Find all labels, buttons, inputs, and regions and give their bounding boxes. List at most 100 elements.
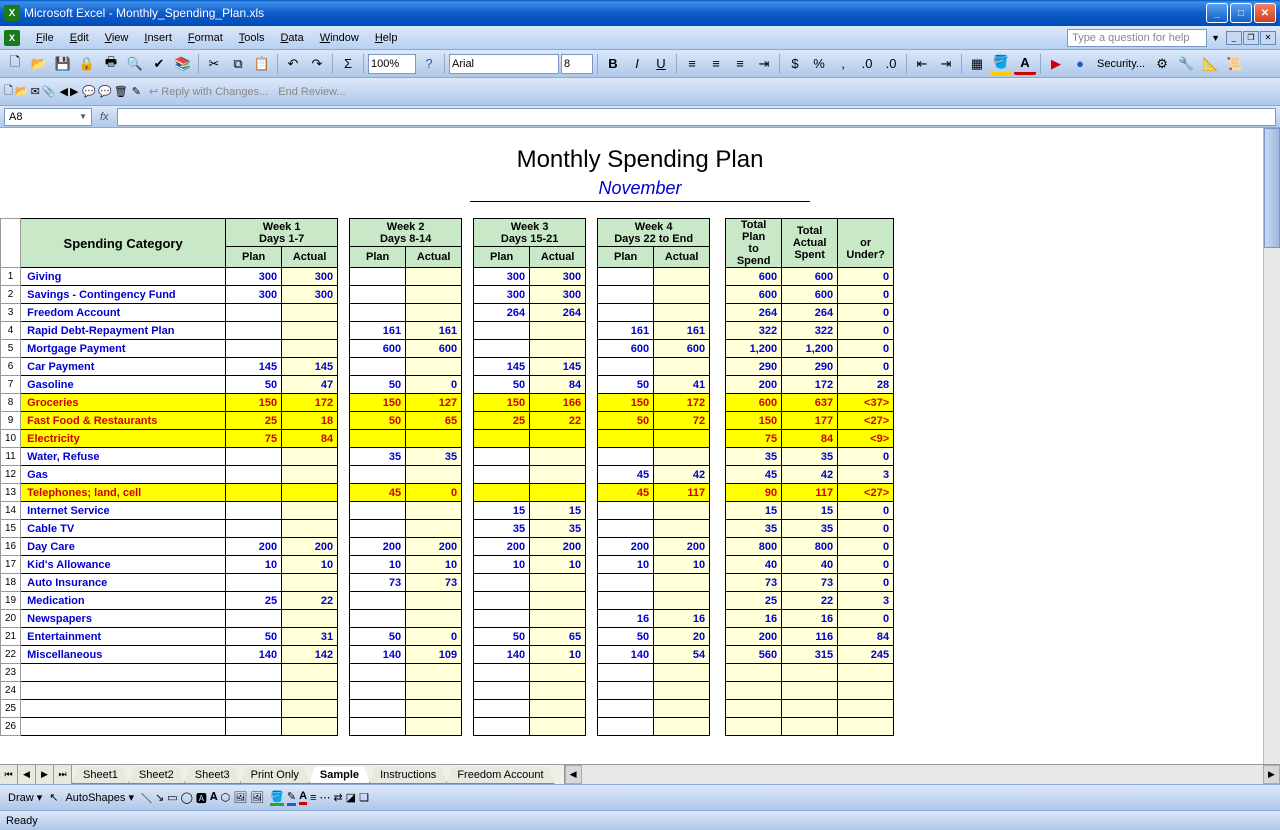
actual-cell[interactable]: 54: [654, 646, 710, 664]
category-cell[interactable]: Mortgage Payment: [21, 340, 226, 358]
total-cell[interactable]: [782, 682, 838, 700]
total-cell[interactable]: [782, 718, 838, 736]
total-cell[interactable]: 0: [838, 538, 894, 556]
plan-cell[interactable]: [598, 664, 654, 682]
menu-insert[interactable]: Insert: [136, 29, 180, 47]
plan-cell[interactable]: 150: [474, 394, 530, 412]
total-cell[interactable]: [838, 664, 894, 682]
undo-icon[interactable]: ↶: [282, 53, 304, 75]
total-cell[interactable]: 25: [726, 592, 782, 610]
plan-cell[interactable]: [350, 682, 406, 700]
total-cell[interactable]: 0: [838, 286, 894, 304]
total-cell[interactable]: [726, 718, 782, 736]
help-icon[interactable]: ?: [418, 53, 440, 75]
actual-cell[interactable]: 127: [406, 394, 462, 412]
font-name-combo[interactable]: [449, 54, 559, 74]
table-row[interactable]: 5Mortgage Payment6006006006001,2001,2000: [1, 340, 894, 358]
category-cell[interactable]: Savings - Contingency Fund: [21, 286, 226, 304]
table-row[interactable]: 7Gasoline50475005084504120017228: [1, 376, 894, 394]
table-row[interactable]: 20Newspapers161616160: [1, 610, 894, 628]
actual-cell[interactable]: 10: [654, 556, 710, 574]
plan-cell[interactable]: 600: [350, 340, 406, 358]
total-cell[interactable]: 600: [782, 286, 838, 304]
total-cell[interactable]: 0: [838, 340, 894, 358]
actual-cell[interactable]: 41: [654, 376, 710, 394]
picture-icon[interactable]: 🖼: [250, 791, 264, 804]
plan-cell[interactable]: 50: [350, 628, 406, 646]
plan-cell[interactable]: 10: [598, 556, 654, 574]
spelling-icon[interactable]: ✔: [148, 53, 170, 75]
bold-icon[interactable]: B: [602, 53, 624, 75]
rectangle-icon[interactable]: ▭: [167, 791, 177, 804]
actual-cell[interactable]: 600: [654, 340, 710, 358]
research-icon[interactable]: 📚: [172, 53, 194, 75]
total-cell[interactable]: 600: [726, 286, 782, 304]
actual-cell[interactable]: [654, 502, 710, 520]
plan-cell[interactable]: [226, 322, 282, 340]
plan-cell[interactable]: 300: [474, 286, 530, 304]
plan-cell[interactable]: 10: [350, 556, 406, 574]
sheet-tab-sheet3[interactable]: Sheet3: [184, 767, 241, 784]
design-mode-icon[interactable]: 📐: [1199, 53, 1221, 75]
diagram-icon[interactable]: ⬡: [221, 791, 231, 804]
total-cell[interactable]: 290: [726, 358, 782, 376]
fill-color-icon[interactable]: 🪣: [990, 53, 1012, 75]
actual-cell[interactable]: 18: [282, 412, 338, 430]
merge-center-icon[interactable]: ⇥: [753, 53, 775, 75]
show-all-comments-icon[interactable]: 💬: [98, 85, 112, 98]
actual-cell[interactable]: 300: [282, 268, 338, 286]
total-cell[interactable]: 22: [782, 592, 838, 610]
plan-cell[interactable]: [350, 466, 406, 484]
increase-indent-icon[interactable]: ⇥: [935, 53, 957, 75]
plan-cell[interactable]: [474, 664, 530, 682]
wordart-icon[interactable]: 𝐀: [210, 791, 218, 804]
actual-cell[interactable]: [406, 610, 462, 628]
actual-cell[interactable]: [282, 304, 338, 322]
total-cell[interactable]: 600: [726, 394, 782, 412]
total-cell[interactable]: <27>: [838, 412, 894, 430]
actual-cell[interactable]: [282, 448, 338, 466]
table-row[interactable]: 8Groceries150172150127150166150172600637…: [1, 394, 894, 412]
print-preview-icon[interactable]: 🔍: [124, 53, 146, 75]
total-cell[interactable]: 35: [782, 520, 838, 538]
tab-next-icon[interactable]: ▶: [36, 765, 54, 784]
currency-icon[interactable]: $: [784, 53, 806, 75]
align-left-icon[interactable]: ≡: [681, 53, 703, 75]
actual-cell[interactable]: [530, 574, 586, 592]
plan-cell[interactable]: [226, 574, 282, 592]
actual-cell[interactable]: [282, 322, 338, 340]
table-row[interactable]: 18Auto Insurance737373730: [1, 574, 894, 592]
actual-cell[interactable]: [654, 664, 710, 682]
total-cell[interactable]: 0: [838, 556, 894, 574]
comma-icon[interactable]: ,: [832, 53, 854, 75]
hscroll-left-icon[interactable]: ◀: [565, 765, 582, 784]
total-cell[interactable]: [838, 682, 894, 700]
actual-cell[interactable]: [654, 286, 710, 304]
category-cell[interactable]: Gas: [21, 466, 226, 484]
actual-cell[interactable]: 145: [282, 358, 338, 376]
total-cell[interactable]: 16: [726, 610, 782, 628]
plan-cell[interactable]: [350, 592, 406, 610]
actual-cell[interactable]: [406, 682, 462, 700]
total-cell[interactable]: 117: [782, 484, 838, 502]
plan-cell[interactable]: [474, 340, 530, 358]
dash-style-icon[interactable]: ⋯: [319, 791, 330, 804]
total-cell[interactable]: 200: [726, 628, 782, 646]
plan-cell[interactable]: [226, 664, 282, 682]
align-right-icon[interactable]: ≡: [729, 53, 751, 75]
actual-cell[interactable]: 145: [530, 358, 586, 376]
actual-cell[interactable]: 22: [282, 592, 338, 610]
plan-cell[interactable]: [598, 520, 654, 538]
table-row[interactable]: 1Giving3003003003006006000: [1, 268, 894, 286]
plan-cell[interactable]: [598, 502, 654, 520]
table-row[interactable]: 2Savings - Contingency Fund3003003003006…: [1, 286, 894, 304]
total-cell[interactable]: [726, 700, 782, 718]
plan-cell[interactable]: 50: [474, 376, 530, 394]
tab-last-icon[interactable]: ⏭: [54, 765, 72, 784]
actual-cell[interactable]: 300: [530, 286, 586, 304]
plan-cell[interactable]: 140: [474, 646, 530, 664]
actual-cell[interactable]: 22: [530, 412, 586, 430]
plan-cell[interactable]: 300: [474, 268, 530, 286]
plan-cell[interactable]: 264: [474, 304, 530, 322]
chevron-down-icon[interactable]: ▼: [79, 112, 87, 121]
